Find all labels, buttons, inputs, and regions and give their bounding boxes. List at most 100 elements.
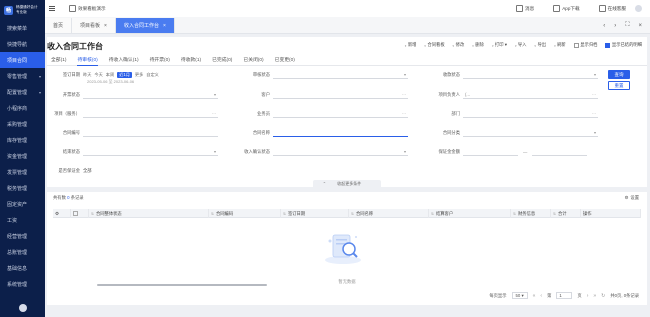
close-icon[interactable]: ×: [163, 23, 166, 29]
toolbar-button[interactable]: ▫ 导出: [534, 42, 546, 48]
collect-status-select[interactable]: ▾: [463, 71, 598, 79]
first-page-icon[interactable]: «: [533, 293, 536, 299]
toolbar-button[interactable]: ▫ 导入: [515, 42, 527, 48]
table-column-header[interactable]: ⇅ 合同编码: [209, 209, 281, 218]
fullscreen-icon[interactable]: ⛶: [625, 22, 629, 29]
chevron-left-icon[interactable]: ‹: [603, 23, 605, 29]
sidebar-item[interactable]: 项目合同: [0, 52, 45, 68]
contract-name-input[interactable]: [273, 129, 408, 137]
online-support-button[interactable]: 在线客服: [598, 5, 626, 12]
guarantee-amount-min[interactable]: [463, 148, 518, 156]
sign-date-range[interactable]: 2023-05-06 至 2023-06-06: [87, 79, 134, 85]
sort-icon[interactable]: ⇅: [91, 212, 94, 216]
status-tab[interactable]: 待开票(0): [150, 56, 170, 66]
avatar[interactable]: [635, 5, 642, 12]
status-tab[interactable]: 已变更(0): [275, 56, 295, 66]
sort-icon[interactable]: ⇅: [513, 212, 516, 216]
sort-icon[interactable]: ⇅: [431, 212, 434, 216]
collapse-filters-button[interactable]: ⌃ 收起更多条件: [312, 180, 382, 187]
sidebar-item[interactable]: 税务管理: [0, 180, 45, 196]
tab-project-board[interactable]: 项目看板 ×: [72, 18, 116, 33]
toolbar-button[interactable]: ▫ 打印 ▾: [492, 42, 507, 48]
date-chip[interactable]: 更多: [135, 72, 143, 78]
guarantee-amount-max[interactable]: [532, 148, 588, 156]
sidebar-item[interactable]: 工资: [0, 212, 45, 228]
sidebar-item[interactable]: 总账管理: [0, 244, 45, 260]
status-tab[interactable]: 待收入确认(1): [109, 56, 139, 66]
sidebar-settings-icon[interactable]: [18, 304, 27, 312]
has-guarantee-value[interactable]: 全部: [83, 168, 92, 174]
date-chip[interactable]: 自定义: [146, 72, 159, 78]
prev-page-icon[interactable]: ‹: [540, 293, 542, 299]
sort-icon[interactable]: ⇅: [553, 212, 556, 216]
sidebar-item[interactable]: 小程序商: [0, 100, 45, 116]
sidebar-item[interactable]: 经营管理: [0, 228, 45, 244]
table-settings-button[interactable]: ⚙ 设置: [625, 195, 639, 201]
invoice-status-select[interactable]: ▾: [83, 91, 218, 99]
toolbar-button[interactable]: ▫ 修改: [453, 42, 465, 48]
messages-button[interactable]: 消息: [516, 5, 534, 12]
sidebar-item[interactable]: 固定资产: [0, 196, 45, 212]
horizontal-scrollbar[interactable]: [97, 284, 267, 286]
toolbar-button[interactable]: 显示归档: [573, 42, 597, 48]
sidebar-item[interactable]: 系统管理: [0, 276, 45, 292]
status-tab[interactable]: 已完成(0): [212, 56, 232, 66]
sidebar-item[interactable]: 配置管理 ▾: [0, 84, 45, 100]
sidebar-item[interactable]: 基础信息: [0, 260, 45, 276]
sort-icon[interactable]: ⇅: [211, 212, 214, 216]
select-all-checkbox[interactable]: [73, 211, 78, 216]
toolbar-button[interactable]: 显示已结的明细: [605, 42, 642, 48]
sidebar-item[interactable]: 搜索菜单: [0, 20, 45, 36]
last-page-icon[interactable]: »: [593, 293, 596, 299]
sidebar-item[interactable]: 零售管理 ▾: [0, 68, 45, 84]
status-tab[interactable]: 全部(1): [51, 56, 66, 66]
sidebar-item[interactable]: 库存管理: [0, 132, 45, 148]
reset-button[interactable]: 重置: [608, 81, 630, 90]
contract-no-input[interactable]: [83, 129, 218, 137]
sidebar-item[interactable]: 发票管理: [0, 164, 45, 180]
toolbar-button[interactable]: ▫ 合同看板: [424, 42, 444, 48]
app-download-button[interactable]: App下载: [553, 5, 580, 12]
table-column-header[interactable]: 操作: [581, 209, 641, 218]
toolbar-button[interactable]: ▫ 刷新: [554, 42, 566, 48]
income-confirm-select[interactable]: ▾: [273, 148, 408, 156]
chevron-right-icon[interactable]: ›: [614, 23, 616, 29]
tab-income-contract[interactable]: 收入合同工作台 ×: [115, 18, 175, 33]
checkbox[interactable]: [573, 42, 579, 48]
demo-link[interactable]: 效果看板演示: [69, 5, 106, 12]
project-manager-input[interactable]: (... ⋯: [463, 91, 598, 99]
refresh-icon[interactable]: ↻: [601, 293, 605, 299]
toolbar-button[interactable]: ▫ 新增: [405, 42, 417, 48]
close-status-select[interactable]: ▾: [83, 148, 218, 156]
close-all-icon[interactable]: ×: [638, 23, 642, 29]
sidebar-item[interactable]: 快捷导航: [0, 36, 45, 52]
table-column-header[interactable]: ⇅ 财务信息: [511, 209, 551, 218]
customer-input[interactable]: ⋯: [273, 91, 408, 99]
next-page-icon[interactable]: ›: [587, 293, 589, 299]
sort-icon[interactable]: ⇅: [351, 212, 354, 216]
status-tab[interactable]: 待收款(1): [181, 56, 201, 66]
contract-type-select[interactable]: ▾: [463, 129, 598, 137]
table-column-header[interactable]: ⇅ 签订日期: [281, 209, 349, 218]
page-size-select[interactable]: 50 ▾: [511, 292, 528, 299]
table-column-header[interactable]: ⚙: [53, 209, 71, 218]
project-input[interactable]: ⋯: [83, 110, 218, 118]
salesman-input[interactable]: ⋯: [273, 110, 408, 118]
tab-home[interactable]: 首页: [45, 18, 73, 33]
table-column-header[interactable]: ⇅ 合同整体状态: [89, 209, 209, 218]
table-column-header[interactable]: ⇅ 合同名称: [349, 209, 429, 218]
sidebar-item[interactable]: 资金管理: [0, 148, 45, 164]
checkbox[interactable]: [605, 42, 611, 48]
status-tab[interactable]: 已关闭(0): [243, 56, 263, 66]
table-column-header[interactable]: ⇅ 合计: [551, 209, 581, 218]
sidebar-item[interactable]: 采购管理: [0, 116, 45, 132]
toolbar-button[interactable]: ▫ 删除: [472, 42, 484, 48]
dept-input[interactable]: ⋯: [463, 110, 598, 118]
sort-icon[interactable]: ⇅: [283, 212, 286, 216]
menu-toggle-icon[interactable]: [45, 8, 59, 9]
status-tab[interactable]: 待审核(0): [77, 56, 98, 66]
approval-status-select[interactable]: ▾: [273, 71, 408, 79]
query-button[interactable]: 查询: [608, 70, 630, 79]
page-number-input[interactable]: 1: [556, 292, 573, 299]
table-column-header[interactable]: ⇅ 结算客户: [429, 209, 511, 218]
